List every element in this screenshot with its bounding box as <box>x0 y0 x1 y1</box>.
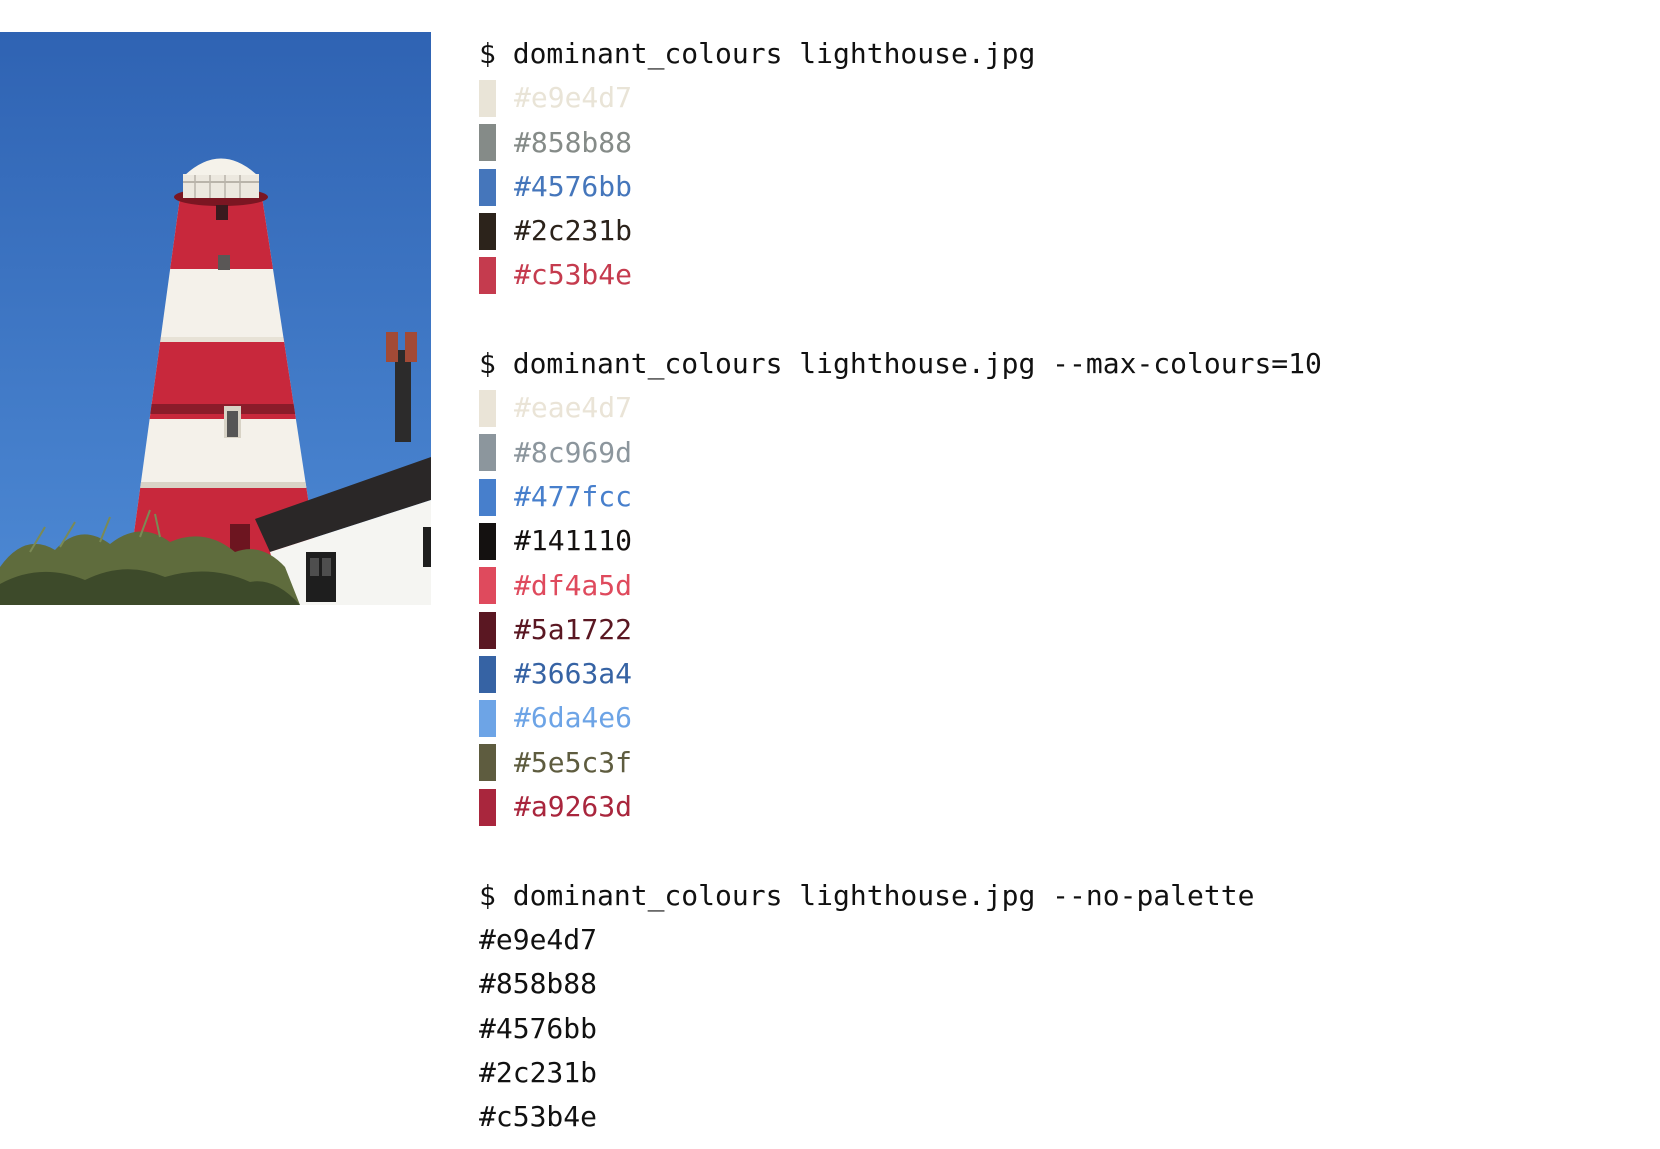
color-hex: #3663a4 <box>514 657 633 691</box>
plain-hex: #2c231b <box>479 1055 598 1089</box>
color-row: #858b88 <box>479 121 1639 165</box>
color-hex: #5a1722 <box>514 612 633 646</box>
color-swatch <box>479 168 496 206</box>
color-hex: #c53b4e <box>514 258 633 292</box>
plain-hex: #858b88 <box>479 967 598 1001</box>
color-hex: #e9e4d7 <box>514 81 633 115</box>
color-hex: #141110 <box>514 524 633 558</box>
color-hex: #858b88 <box>514 125 633 159</box>
color-hex: #477fcc <box>514 479 633 513</box>
command-line: $ dominant_colours lighthouse.jpg --max-… <box>479 347 1322 381</box>
color-swatch <box>479 257 496 295</box>
color-row: #3663a4 <box>479 652 1639 696</box>
color-hex: #2c231b <box>514 214 633 248</box>
color-row: #5a1722 <box>479 608 1639 652</box>
color-hex: #eae4d7 <box>514 391 633 425</box>
color-row: #477fcc <box>479 475 1639 519</box>
color-hex: #4576bb <box>514 169 633 203</box>
color-row: #8c969d <box>479 431 1639 475</box>
lighthouse-photo <box>0 32 431 605</box>
color-swatch <box>479 478 496 516</box>
color-row: #141110 <box>479 519 1639 563</box>
color-row: #e9e4d7 <box>479 76 1639 120</box>
color-row: #4576bb <box>479 165 1639 209</box>
color-swatch <box>479 390 496 428</box>
color-swatch <box>479 434 496 472</box>
color-hex: #df4a5d <box>514 568 633 602</box>
color-swatch <box>479 212 496 250</box>
terminal-output: $ dominant_colours lighthouse.jpg #e9e4d… <box>479 32 1639 1139</box>
color-swatch <box>479 79 496 117</box>
color-swatch <box>479 700 496 738</box>
color-hex: #8c969d <box>514 435 633 469</box>
color-row: #5e5c3f <box>479 741 1639 785</box>
color-swatch <box>479 744 496 782</box>
color-hex: #5e5c3f <box>514 745 633 779</box>
plain-hex: #c53b4e <box>479 1100 598 1134</box>
color-row: #6da4e6 <box>479 696 1639 740</box>
color-hex: #6da4e6 <box>514 701 633 735</box>
color-row: #2c231b <box>479 209 1639 253</box>
color-hex: #a9263d <box>514 790 633 824</box>
color-swatch <box>479 567 496 605</box>
color-row: #df4a5d <box>479 564 1639 608</box>
command-line: $ dominant_colours lighthouse.jpg --no-p… <box>479 878 1255 912</box>
palette-list: #eae4d7 #8c969d #477fcc #141110 #df4a5d … <box>479 386 1639 829</box>
color-row: #a9263d <box>479 785 1639 829</box>
color-row: #eae4d7 <box>479 386 1639 430</box>
plain-hex: #e9e4d7 <box>479 922 598 956</box>
plain-hex: #4576bb <box>479 1011 598 1045</box>
color-swatch <box>479 611 496 649</box>
color-swatch <box>479 655 496 693</box>
color-swatch <box>479 788 496 826</box>
command-line: $ dominant_colours lighthouse.jpg <box>479 37 1036 70</box>
color-row: #c53b4e <box>479 253 1639 297</box>
palette-list: #e9e4d7 #858b88 #4576bb #2c231b #c53b4e <box>479 76 1639 297</box>
color-swatch <box>479 124 496 162</box>
color-swatch <box>479 522 496 560</box>
plain-list: #e9e4d7 #858b88 #4576bb #2c231b #c53b4e <box>479 918 1639 1139</box>
